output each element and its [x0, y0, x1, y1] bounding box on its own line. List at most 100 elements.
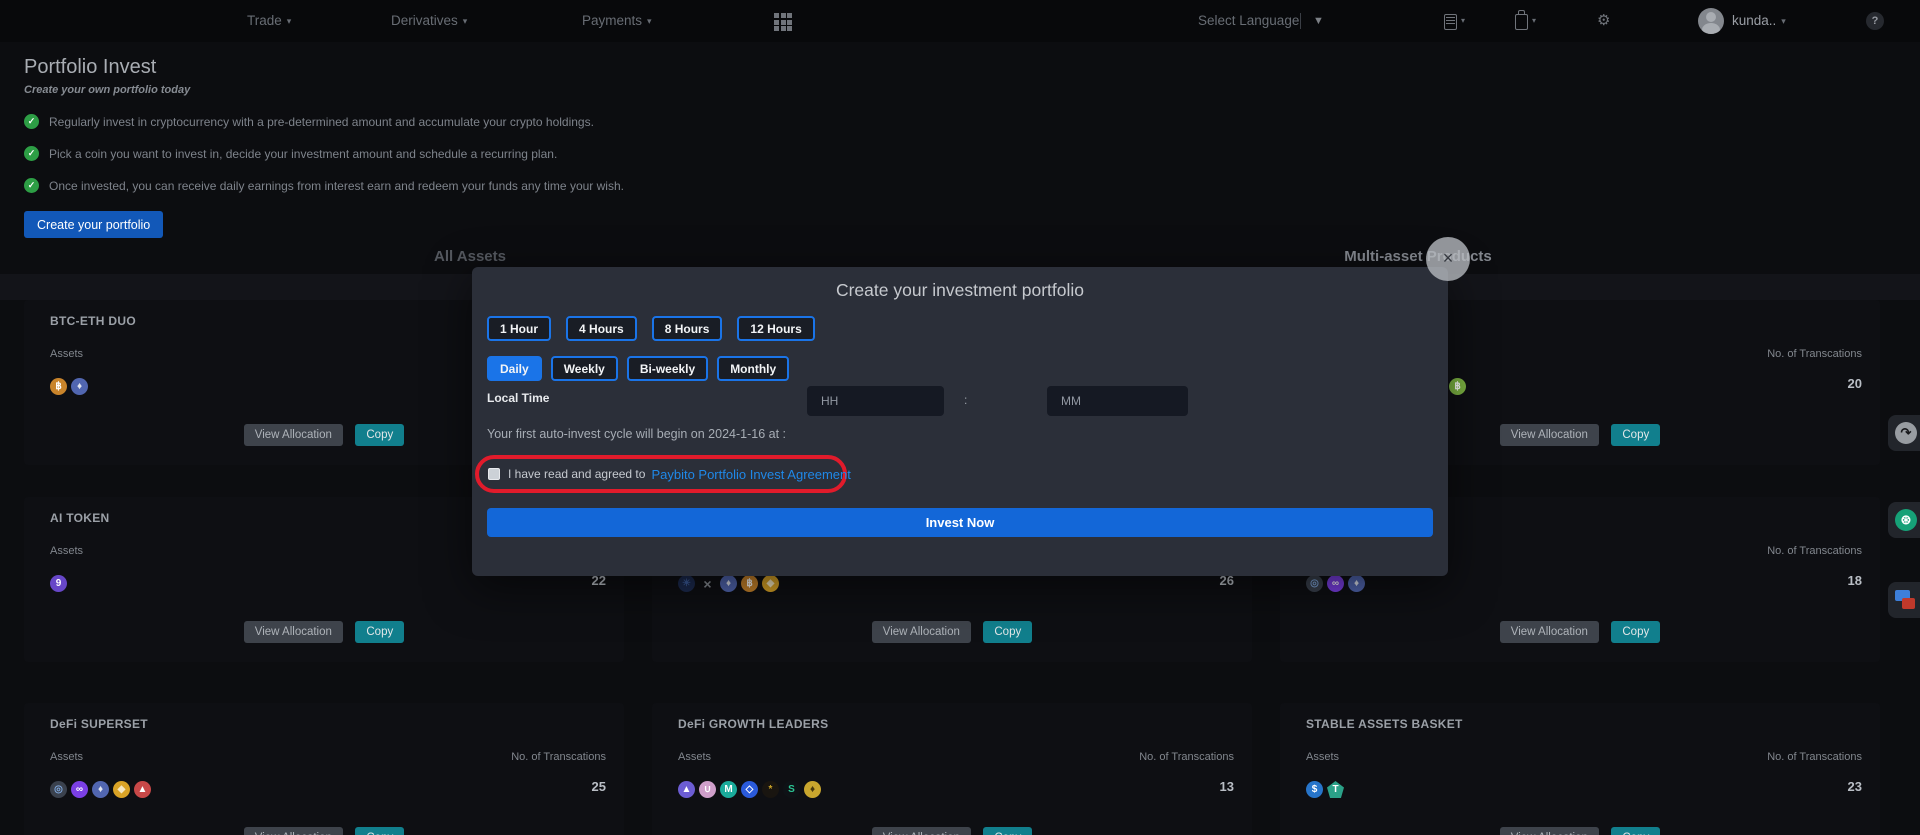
select-language[interactable]: Select Language	[1198, 0, 1299, 42]
view-allocation-button[interactable]: View Allocation	[244, 424, 343, 446]
grid-cell	[781, 13, 786, 18]
apps-grid-icon[interactable]	[774, 13, 792, 31]
copy-button[interactable]: Copy	[1611, 424, 1660, 446]
agreement-link[interactable]: Paybito Portfolio Invest Agreement	[651, 467, 850, 482]
nav-menu-derivatives[interactable]: Derivatives ▾	[391, 0, 467, 42]
usdc-icon: $	[1306, 781, 1323, 798]
card-actions: View Allocation Copy	[652, 621, 1252, 643]
transactions-label: No. of Transcations	[1139, 751, 1234, 763]
benefit-bullet: ✓ Pick a coin you want to invest in, dec…	[24, 146, 557, 161]
btc-icon: ฿	[741, 575, 758, 592]
copy-button[interactable]: Copy	[1611, 827, 1660, 835]
option-bi-weekly[interactable]: Bi-weekly	[627, 356, 708, 381]
asset-coin-icons: ◎∞♦	[1306, 575, 1369, 592]
view-allocation-button[interactable]: View Allocation	[1500, 621, 1599, 643]
copy-button[interactable]: Copy	[983, 827, 1032, 835]
chat-widget[interactable]	[1888, 582, 1920, 618]
chevron-down-icon: ▾	[647, 16, 652, 26]
chat-bubble-icon	[1902, 598, 1915, 609]
agreement-checkbox[interactable]	[488, 468, 500, 480]
transactions-count: 18	[1848, 573, 1862, 588]
asset-coin-icons: ▲∪M◇*S♦	[678, 781, 825, 798]
hour-input[interactable]	[807, 386, 944, 416]
nav-menu-trade[interactable]: Trade▾	[247, 0, 291, 42]
grid-cell	[774, 26, 779, 31]
avax-icon: ▲	[134, 781, 151, 798]
wallet-bag-icon[interactable]	[1515, 14, 1528, 30]
tab-all-assets[interactable]: All Assets	[390, 248, 550, 265]
close-icon[interactable]: ×	[1426, 237, 1470, 281]
assets-label: Assets	[1306, 751, 1339, 763]
minute-input[interactable]	[1047, 386, 1188, 416]
grid-cell	[774, 13, 779, 18]
check-circle-icon: ✓	[24, 178, 39, 193]
view-allocation-button[interactable]: View Allocation	[872, 827, 971, 835]
option-1-hour[interactable]: 1 Hour	[487, 316, 551, 341]
transactions-label: No. of Transcations	[1767, 348, 1862, 360]
eth-icon: ♦	[1348, 575, 1365, 592]
view-allocation-button[interactable]: View Allocation	[244, 827, 343, 835]
assets-label: Assets	[50, 545, 83, 557]
swirl-token-icon: ◎	[1306, 575, 1323, 592]
eth-icon: ♦	[71, 378, 88, 395]
knot-token-icon: *	[762, 781, 779, 798]
tab-multi-asset-products[interactable]: Multi-asset Products	[1288, 248, 1548, 265]
chevron-down-icon: ▾	[463, 16, 468, 26]
option-4-hours[interactable]: 4 Hours	[566, 316, 637, 341]
chatgpt-icon: ⊛	[1895, 509, 1917, 531]
help-icon[interactable]: ?	[1866, 12, 1884, 30]
grid-cell	[787, 26, 792, 31]
grid-cell	[774, 20, 779, 25]
view-allocation-button[interactable]: View Allocation	[1500, 424, 1599, 446]
chevron-down-icon: ▾	[1532, 0, 1536, 42]
share-widget[interactable]: ↷	[1888, 415, 1920, 451]
gold-token-icon: ◆	[113, 781, 130, 798]
modal-title: Create your investment portfolio	[472, 280, 1448, 301]
gear-icon[interactable]: ⚙	[1597, 0, 1610, 42]
eth-icon: ♦	[92, 781, 109, 798]
swirl-token-icon: ◎	[50, 781, 67, 798]
chevron-down-icon: ▾	[287, 16, 292, 26]
check-circle-icon: ✓	[24, 114, 39, 129]
mkr-icon: M	[720, 781, 737, 798]
card-title: DeFi GROWTH LEADERS	[678, 717, 828, 731]
benefit-bullet: ✓ Regularly invest in cryptocurrency wit…	[24, 114, 594, 129]
view-allocation-button[interactable]: View Allocation	[872, 621, 971, 643]
copy-button[interactable]: Copy	[355, 424, 404, 446]
card-actions: View Allocation Copy	[24, 827, 624, 835]
view-allocation-button[interactable]: View Allocation	[244, 621, 343, 643]
option-8-hours[interactable]: 8 Hours	[652, 316, 723, 341]
orders-book-icon[interactable]	[1444, 14, 1457, 30]
xrp-icon: ×	[699, 575, 716, 592]
asset-coin-icons: 9	[50, 575, 71, 592]
create-portfolio-button[interactable]: Create your portfolio	[24, 211, 163, 238]
chatgpt-widget[interactable]: ⊛	[1888, 502, 1920, 538]
view-allocation-button[interactable]: View Allocation	[1500, 827, 1599, 835]
nav-menu-payments[interactable]: Payments▾	[582, 0, 652, 42]
copy-button[interactable]: Copy	[1611, 621, 1660, 643]
transactions-label: No. of Transcations	[511, 751, 606, 763]
copy-button[interactable]: Copy	[983, 621, 1032, 643]
copy-button[interactable]: Copy	[355, 827, 404, 835]
username-menu[interactable]: kunda..▾	[1732, 0, 1786, 42]
option-12-hours[interactable]: 12 Hours	[737, 316, 814, 341]
option-weekly[interactable]: Weekly	[551, 356, 618, 381]
transactions-label: No. of Transcations	[1767, 751, 1862, 763]
btc-icon: ฿	[50, 378, 67, 395]
asset-coin-icons: ฿♦	[50, 378, 92, 395]
assets-label: Assets	[678, 751, 711, 763]
avatar[interactable]	[1698, 8, 1724, 34]
option-monthly[interactable]: Monthly	[717, 356, 789, 381]
nav-menu-derivatives-label: Derivatives	[391, 13, 458, 28]
card-actions: View Allocation Copy	[1280, 621, 1880, 643]
portfolio-card-stable-assets-basket: STABLE ASSETS BASKET Assets No. of Trans…	[1280, 703, 1880, 835]
transactions-count: 13	[1220, 779, 1234, 794]
bch-icon: ฿	[1449, 378, 1466, 395]
invest-now-button[interactable]: Invest Now	[487, 508, 1433, 537]
copy-button[interactable]: Copy	[355, 621, 404, 643]
benefit-bullet: ✓ Once invested, you can receive daily e…	[24, 178, 624, 193]
language-caret-icon[interactable]: ▼	[1313, 0, 1324, 42]
create-portfolio-modal: Create your investment portfolio 1 Hour …	[472, 267, 1448, 576]
avatar-head	[1706, 12, 1716, 22]
option-daily[interactable]: Daily	[487, 356, 542, 381]
